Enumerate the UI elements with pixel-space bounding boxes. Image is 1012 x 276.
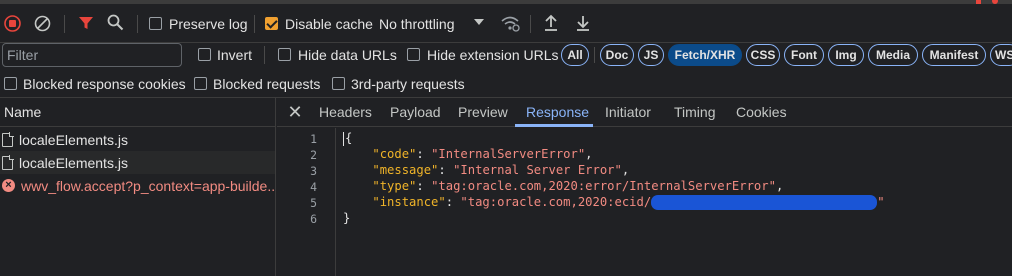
type-filter-css[interactable]: CSS <box>746 44 780 66</box>
export-icon[interactable] <box>575 14 591 32</box>
chevron-down-icon[interactable] <box>473 17 485 27</box>
toolbar-divider <box>254 15 255 33</box>
type-filter-manifest[interactable]: Manifest <box>922 44 986 66</box>
json-value-end: " <box>877 195 885 209</box>
tab-initiator[interactable]: Initiator <box>605 98 651 127</box>
hide-data-urls-label: Hide data URLs <box>298 47 397 63</box>
active-tab-indicator <box>515 124 593 127</box>
blocked-requests-checkbox[interactable] <box>194 77 207 90</box>
blocked-response-cookies-label: Blocked response cookies <box>23 76 186 92</box>
filter-divider <box>264 46 265 64</box>
error-icon: × <box>2 179 15 192</box>
type-filter-js[interactable]: JS <box>638 44 664 66</box>
hide-extension-urls-checkbox[interactable] <box>407 48 420 61</box>
line-number: 5 <box>310 196 317 210</box>
request-details: ✕ Headers Payload Preview Response Initi… <box>277 98 1012 276</box>
json-key: "type" <box>372 179 417 193</box>
third-party-requests-label: 3rd-party requests <box>351 76 465 92</box>
tab-response[interactable]: Response <box>526 98 589 127</box>
json-value: "InternalServerError" <box>431 147 586 161</box>
line-number-gutter: 1 2 3 4 5 6 <box>277 128 336 276</box>
type-filter-ws[interactable]: WS <box>990 44 1012 66</box>
close-icon[interactable]: ✕ <box>285 102 305 122</box>
type-filter-media[interactable]: Media <box>868 44 918 66</box>
json-value: "tag:oracle.com,2020:ecid/ <box>460 195 652 209</box>
preserve-log-checkbox[interactable] <box>149 17 162 30</box>
network-toolbar: Preserve log Disable cache No throttling <box>0 4 1012 42</box>
request-list: Name localeElements.js localeElements.js… <box>0 98 276 276</box>
record-stop-icon[interactable] <box>4 15 21 32</box>
hide-data-urls-checkbox[interactable] <box>278 48 291 61</box>
request-name: wwv_flow.accept?p_context=app-builde... <box>21 177 275 194</box>
request-row[interactable]: × wwv_flow.accept?p_context=app-builde..… <box>0 174 275 197</box>
import-icon[interactable] <box>543 14 559 32</box>
json-brace: } <box>343 211 351 225</box>
json-brace: { <box>345 131 353 145</box>
line-number: 3 <box>310 164 317 178</box>
request-row[interactable]: localeElements.js <box>0 128 275 151</box>
tab-headers[interactable]: Headers <box>319 98 372 127</box>
line-number: 1 <box>310 132 317 146</box>
clear-icon[interactable] <box>34 15 51 32</box>
invert-label: Invert <box>217 47 253 63</box>
blocked-response-cookies-checkbox[interactable] <box>4 77 17 90</box>
json-key: "message" <box>372 163 439 177</box>
response-line[interactable]: "code": "InternalServerError", <box>343 147 592 161</box>
type-filter-doc[interactable]: Doc <box>600 44 634 66</box>
response-line[interactable]: "type": "tag:oracle.com,2020:error/Inter… <box>343 179 783 193</box>
request-name: localeElements.js <box>19 154 128 171</box>
tab-payload[interactable]: Payload <box>390 98 441 127</box>
request-row[interactable]: localeElements.js <box>0 151 275 174</box>
json-value: "tag:oracle.com,2020:error/InternalServe… <box>431 179 776 193</box>
file-icon <box>2 132 14 147</box>
hide-extension-urls-label: Hide extension URLs <box>427 47 559 63</box>
text-cursor <box>343 131 344 146</box>
json-value: "Internal Server Error" <box>453 163 622 177</box>
preserve-log-label: Preserve log <box>169 16 248 32</box>
json-key: "code" <box>372 147 417 161</box>
blocked-requests-label: Blocked requests <box>213 76 321 92</box>
invert-checkbox[interactable] <box>198 48 211 61</box>
toolbar-divider <box>137 15 138 33</box>
disable-cache-label: Disable cache <box>285 16 373 32</box>
throttling-select[interactable]: No throttling <box>379 16 454 32</box>
filter-input[interactable] <box>2 43 182 67</box>
response-line[interactable]: { <box>343 131 352 146</box>
type-filter-img[interactable]: Img <box>828 44 864 66</box>
toolbar-divider <box>530 15 531 33</box>
response-line[interactable]: "message": "Internal Server Error", <box>343 163 629 177</box>
type-filter-font[interactable]: Font <box>784 44 824 66</box>
details-tabs: ✕ Headers Payload Preview Response Initi… <box>277 98 1012 127</box>
type-filter-all[interactable]: All <box>561 44 589 66</box>
tab-preview[interactable]: Preview <box>458 98 508 127</box>
file-icon <box>2 155 14 170</box>
tab-timing[interactable]: Timing <box>674 98 716 127</box>
search-icon[interactable] <box>107 14 124 31</box>
response-line[interactable]: } <box>343 211 350 225</box>
request-name: localeElements.js <box>19 131 128 148</box>
request-options-row: Blocked response cookies Blocked request… <box>0 71 1012 97</box>
line-number: 2 <box>310 148 317 162</box>
type-filter-fetch-xhr[interactable]: Fetch/XHR <box>668 44 742 66</box>
line-number: 6 <box>310 212 317 226</box>
disable-cache-checkbox[interactable] <box>265 17 278 30</box>
name-column-header[interactable]: Name <box>0 98 276 127</box>
filter-divider <box>594 47 595 63</box>
redaction-mark <box>651 195 878 210</box>
tab-cookies[interactable]: Cookies <box>736 98 787 127</box>
toolbar-divider <box>64 15 65 33</box>
json-key: "instance" <box>372 195 446 209</box>
wifi-settings-icon[interactable] <box>500 15 520 32</box>
line-number: 4 <box>310 180 317 194</box>
response-line[interactable]: "instance": "tag:oracle.com,2020:ecid/" <box>343 195 885 210</box>
filter-icon[interactable] <box>78 15 94 31</box>
third-party-requests-checkbox[interactable] <box>332 77 345 90</box>
